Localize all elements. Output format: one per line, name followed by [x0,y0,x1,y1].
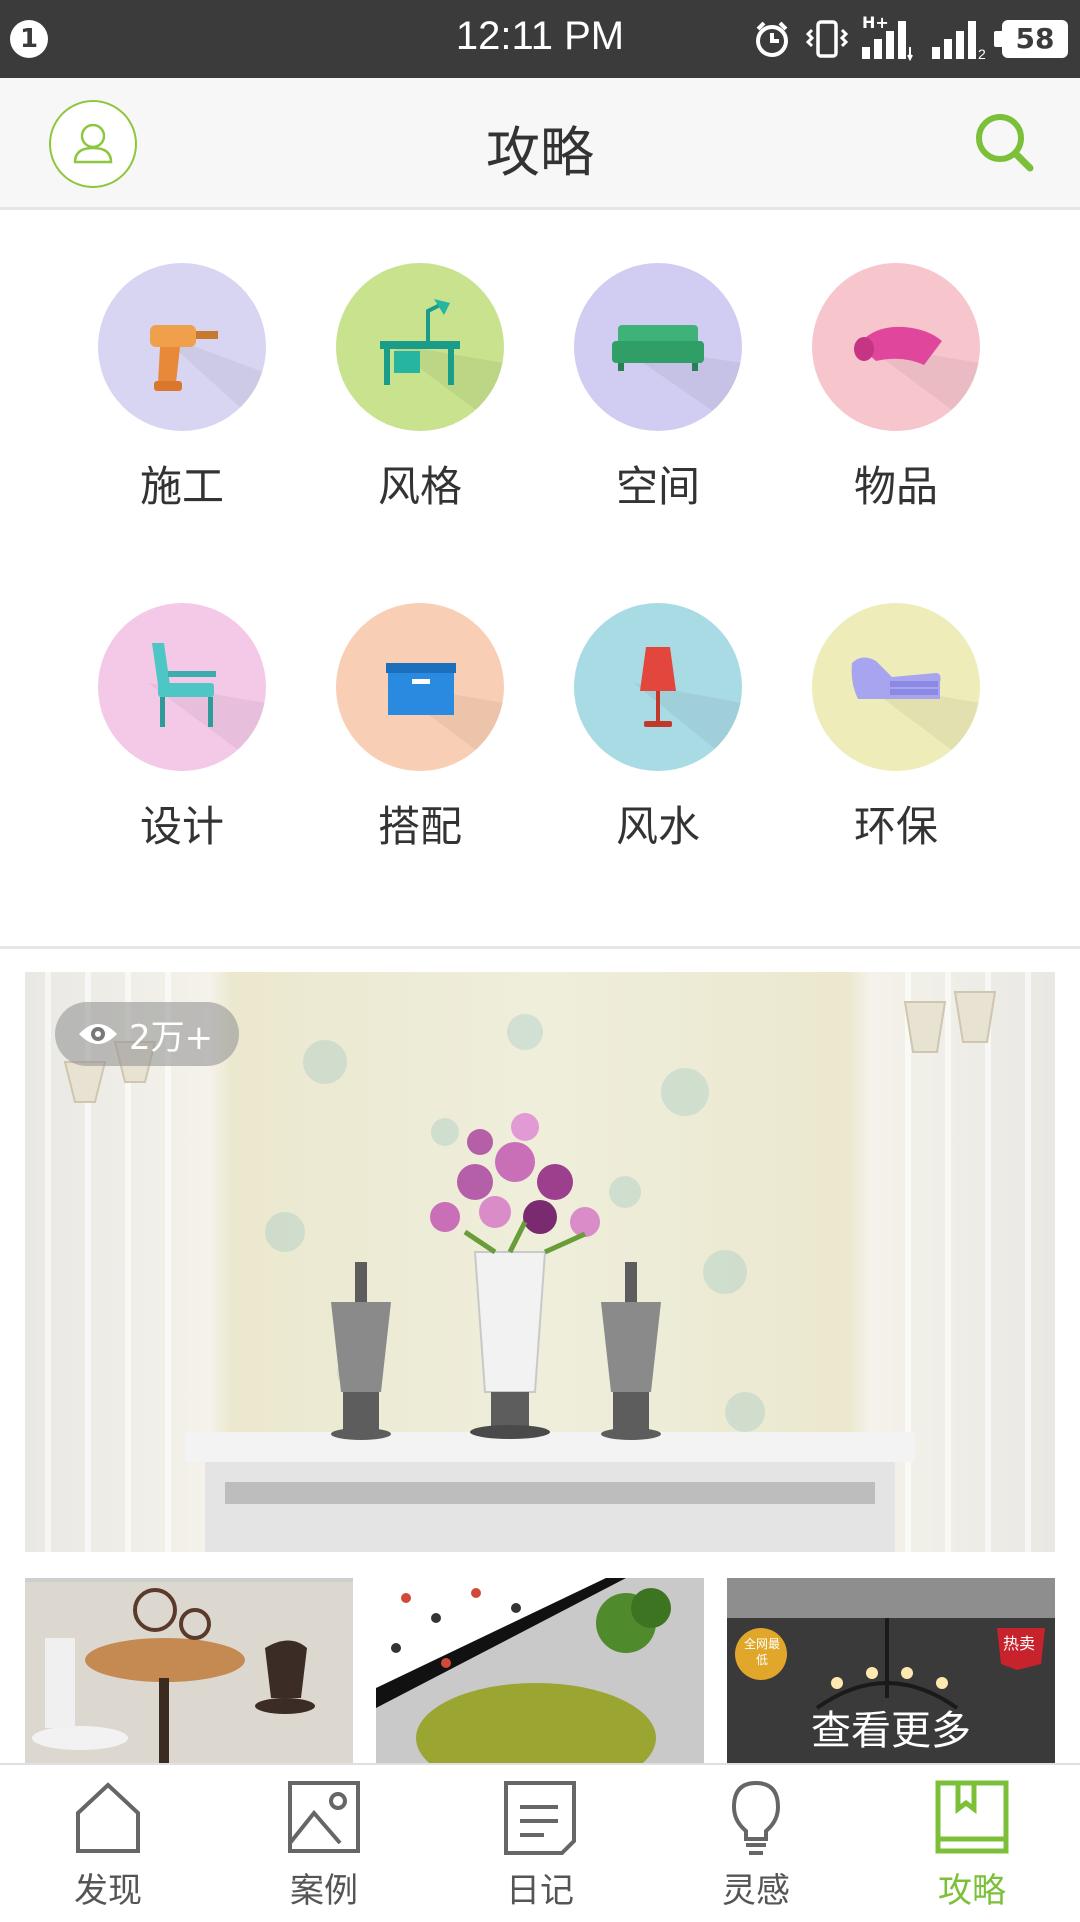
category-label: 设计 [139,802,224,851]
search-button[interactable] [970,108,1040,178]
category-label: 风格 [377,462,462,511]
thumbnail-item-see-more[interactable]: 热卖 全网最低 查看更多 [727,1578,1055,1763]
views-count: 2万+ [129,1017,214,1058]
category-label: 风水 [615,802,700,851]
category-label: 空间 [615,462,700,511]
category-items[interactable]: 物品 [777,263,1015,563]
status-icons: H+ 2 58 [752,13,1068,64]
thumbnail-item[interactable] [376,1578,704,1763]
section-divider [0,946,1080,949]
search-icon [976,114,1034,172]
chaise-icon [812,603,980,771]
page-title: 攻略 [486,121,594,184]
bulb-icon [731,1780,781,1855]
lamp-icon [574,603,742,771]
tab-discover[interactable]: 发现 [0,1765,216,1922]
tab-cases[interactable]: 案例 [216,1765,432,1922]
thumbnail-item[interactable] [25,1578,353,1763]
tab-label: 攻略 [938,1871,1006,1911]
chair-icon [98,603,266,771]
lowest-price-badge-text: 全网最低 [743,1637,780,1667]
top-bar: 攻略 [0,78,1080,210]
tab-guides[interactable]: 攻略 [864,1765,1080,1922]
eye-icon [79,1024,117,1044]
category-label: 环保 [853,802,938,851]
thumbnail-image [25,1578,353,1763]
tab-inspiration[interactable]: 灵感 [648,1765,864,1922]
category-design[interactable]: 设计 [63,603,301,903]
thumbnail-row: 热卖 全网最低 查看更多 [25,1578,1055,1763]
tab-label: 日记 [506,1871,574,1911]
category-eco[interactable]: 环保 [777,603,1015,903]
category-construction[interactable]: 施工 [63,263,301,563]
rug-roll-icon [812,263,980,431]
desk-lamp-icon [336,263,504,431]
network-type-label: H+ [862,13,889,32]
storage-box-icon [336,603,504,771]
bottom-tab-bar: 发现 案例 日记 灵感 攻略 [0,1763,1080,1920]
views-badge: 2万+ [55,1002,240,1066]
hot-sale-badge-text: 热卖 [1002,1634,1035,1653]
tab-label: 发现 [74,1871,142,1911]
note-icon [504,1781,576,1855]
category-space[interactable]: 空间 [539,263,777,563]
category-match[interactable]: 搭配 [301,603,539,903]
see-more-label: 查看更多 [811,1708,971,1754]
drill-icon [98,263,266,431]
category-grid: 施工 风格 空间 物品 设计 搭配 风水 环保 [0,213,1080,946]
vibrate-icon [806,20,848,58]
featured-banner[interactable]: 2万+ [25,972,1055,1552]
category-fengshui[interactable]: 风水 [539,603,777,903]
thumbnail-image [376,1578,704,1763]
category-style[interactable]: 风格 [301,263,539,563]
svg-text:2: 2 [978,46,986,61]
category-label: 施工 [139,462,224,511]
alarm-icon [756,21,788,57]
bookmark-icon [935,1780,1009,1854]
signal-2-icon: 2 [932,21,986,61]
home-icon [76,1782,140,1853]
sofa-icon [574,263,742,431]
tab-label: 灵感 [722,1871,790,1911]
signal-1-icon: H+ [862,13,918,62]
status-bar: 1 12:11 PM H+ 2 58 [0,0,1080,78]
category-label: 搭配 [377,802,462,851]
image-icon [288,1781,360,1853]
tab-label: 案例 [290,1871,358,1911]
battery-indicator: 58 [994,20,1068,58]
category-label: 物品 [853,462,938,511]
tab-diary[interactable]: 日记 [432,1765,648,1922]
